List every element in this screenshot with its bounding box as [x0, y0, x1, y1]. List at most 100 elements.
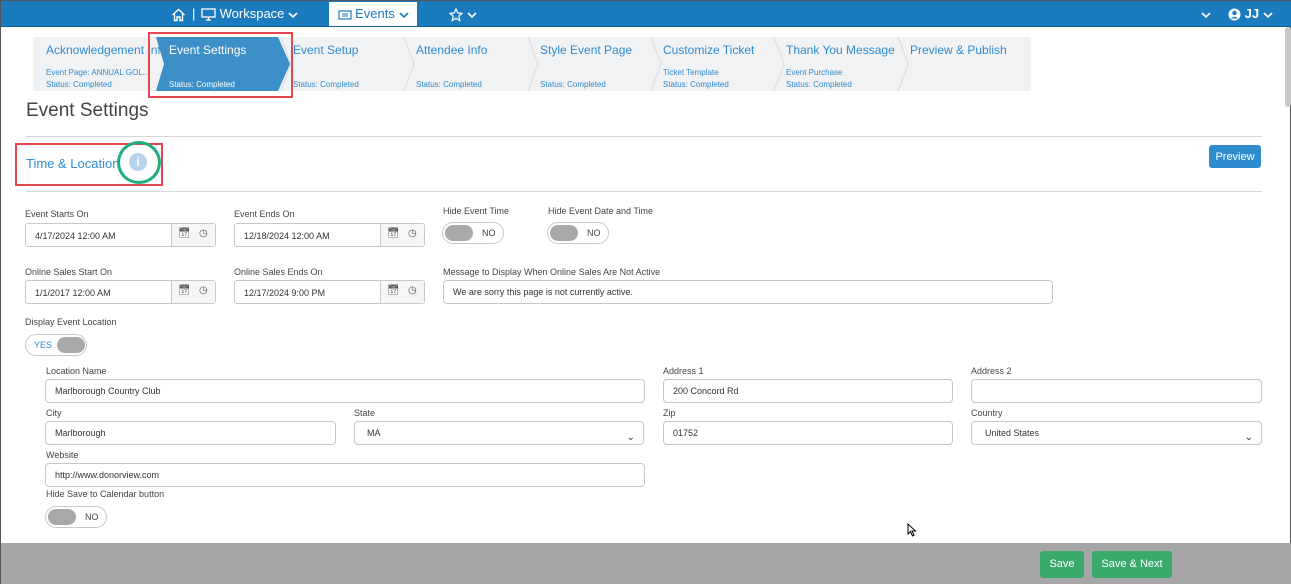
chevron-down-icon: [1201, 11, 1211, 18]
online-sales-end-input[interactable]: 12/17/2024 9:00 PM 📅︎ ◷: [234, 280, 425, 304]
event-ends-input[interactable]: 12/18/2024 12:00 AM 📅︎ ◷: [234, 223, 425, 247]
state-label: State: [354, 408, 376, 418]
workspace-label: Workspace: [219, 6, 285, 21]
wizard-step-customize-ticket[interactable]: Customize Ticket Ticket Template Status:…: [650, 37, 773, 91]
address1-input[interactable]: 200 Concord Rd: [663, 379, 953, 403]
mouse-cursor-icon: [907, 523, 917, 537]
online-sales-start-input[interactable]: 1/1/2017 12:00 AM 📅︎ ◷: [25, 280, 216, 304]
user-menu[interactable]: JJ: [1228, 1, 1273, 27]
inactive-message-input[interactable]: We are sorry this page is not currently …: [443, 280, 1053, 304]
location-name-input[interactable]: Marlborough Country Club: [45, 379, 645, 403]
hide-save-calendar-label: Hide Save to Calendar button: [46, 489, 165, 499]
nav-separator: |: [192, 6, 196, 21]
display-event-location-toggle[interactable]: YES: [25, 334, 87, 356]
toggle-knob: [48, 509, 76, 525]
event-starts-input[interactable]: 4/17/2024 12:00 AM 📅︎ ◷: [25, 223, 216, 247]
wizard-step-attendee-info[interactable]: Attendee Info Status: Completed: [403, 37, 527, 91]
hide-save-calendar-toggle[interactable]: NO: [45, 506, 107, 528]
zip-input[interactable]: 01752: [663, 421, 953, 445]
step-label: Preview & Publish: [910, 43, 1007, 57]
step-label: Attendee Info: [416, 43, 488, 57]
step-detail: Event Purchase: [786, 68, 843, 77]
clock-icon[interactable]: ◷: [408, 228, 417, 239]
chevron-down-icon: ⌄: [1244, 432, 1253, 443]
top-nav-bar: | Workspace Events JJ: [1, 1, 1291, 27]
toggle-state: NO: [85, 512, 99, 522]
zip-label: Zip: [663, 408, 676, 418]
divider: [26, 136, 1262, 137]
favorites-menu[interactable]: [449, 1, 477, 27]
step-label: Customize Ticket: [663, 43, 755, 57]
hide-event-time-toggle[interactable]: NO: [442, 222, 504, 244]
online-sales-end-value: 12/17/2024 9:00 PM: [244, 288, 326, 298]
save-button[interactable]: Save: [1040, 551, 1084, 578]
website-input[interactable]: http://www.donorview.com: [45, 463, 645, 487]
user-initials: JJ: [1244, 6, 1260, 21]
star-icon: [449, 7, 463, 22]
ticket-icon: [337, 9, 352, 20]
calendar-icon[interactable]: 📅︎: [178, 285, 191, 296]
chevron-down-icon: [398, 11, 409, 18]
preview-button[interactable]: Preview: [1209, 145, 1261, 168]
scrollbar-thumb[interactable]: [1285, 27, 1291, 107]
clock-icon[interactable]: ◷: [199, 285, 208, 296]
toggle-state: YES: [34, 340, 53, 350]
step-status: Status: Completed: [416, 80, 482, 89]
step-divider: [527, 37, 539, 91]
annotation-highlight-box: [148, 32, 293, 98]
clock-icon[interactable]: ◷: [408, 285, 417, 296]
event-starts-label: Event Starts On: [25, 209, 89, 219]
step-label: Thank You Message: [786, 43, 895, 57]
step-label: Event Setup: [293, 43, 359, 57]
step-detail: Event Page: ANNUAL GOL...: [46, 68, 150, 77]
event-ends-label: Event Ends On: [234, 209, 295, 219]
address2-label: Address 2: [971, 366, 1012, 376]
toggle-knob: [57, 337, 85, 353]
inactive-message-label: Message to Display When Online Sales Are…: [443, 267, 661, 277]
save-and-next-button[interactable]: Save & Next: [1092, 551, 1172, 578]
country-select[interactable]: United States ⌄: [971, 421, 1262, 445]
state-select[interactable]: MA ⌄: [354, 421, 644, 445]
wizard-step-preview-publish[interactable]: Preview & Publish: [897, 37, 1031, 91]
online-sales-start-label: Online Sales Start On: [25, 267, 113, 277]
calendar-icon[interactable]: 📅︎: [178, 228, 191, 239]
user-avatar-icon: [1228, 8, 1241, 21]
step-divider: [773, 37, 785, 91]
page-title: Event Settings: [26, 100, 149, 121]
events-label: Events: [355, 6, 395, 21]
chevron-down-icon: [1263, 11, 1273, 18]
wizard-step-style-event-page[interactable]: Style Event Page Status: Completed: [527, 37, 650, 91]
events-menu[interactable]: Events: [329, 2, 417, 26]
wizard-step-event-setup[interactable]: Event Setup Status: Completed: [280, 37, 404, 91]
country-value: United States: [985, 428, 1040, 438]
wizard-step-acknowledgement-info[interactable]: Acknowledgement Info Event Page: ANNUAL …: [33, 37, 167, 91]
workspace-menu[interactable]: Workspace: [201, 1, 298, 27]
toggle-knob: [445, 225, 473, 241]
collapse-menu[interactable]: [1201, 1, 1211, 27]
state-value: MA: [367, 428, 381, 438]
wizard-step-thank-you-message[interactable]: Thank You Message Event Purchase Status:…: [773, 37, 897, 91]
toggle-knob: [550, 225, 578, 241]
clock-icon[interactable]: ◷: [199, 228, 208, 239]
step-detail: Ticket Template: [663, 68, 719, 77]
footer-bar: Save Save & Next: [1, 543, 1291, 584]
annotation-highlight-circle: [117, 141, 161, 184]
step-status: Status: Completed: [663, 80, 729, 89]
step-status: Status: Completed: [293, 80, 359, 89]
hide-event-time-label: Hide Event Time: [443, 206, 510, 216]
step-divider: [650, 37, 662, 91]
chevron-down-icon: [467, 11, 477, 18]
country-label: Country: [971, 408, 1003, 418]
online-sales-start-value: 1/1/2017 12:00 AM: [35, 288, 111, 298]
hide-event-date-time-toggle[interactable]: NO: [547, 222, 609, 244]
home-icon[interactable]: [171, 1, 186, 27]
chevron-down-icon: [288, 11, 298, 18]
calendar-icon[interactable]: 📅︎: [387, 228, 400, 239]
city-input[interactable]: Marlborough: [45, 421, 336, 445]
calendar-icon[interactable]: 📅︎: [387, 285, 400, 296]
display-event-location-label: Display Event Location: [25, 317, 117, 327]
online-sales-end-label: Online Sales Ends On: [234, 267, 323, 277]
event-starts-value: 4/17/2024 12:00 AM: [35, 231, 116, 241]
address2-input[interactable]: [971, 379, 1262, 403]
toggle-state: NO: [482, 228, 496, 238]
